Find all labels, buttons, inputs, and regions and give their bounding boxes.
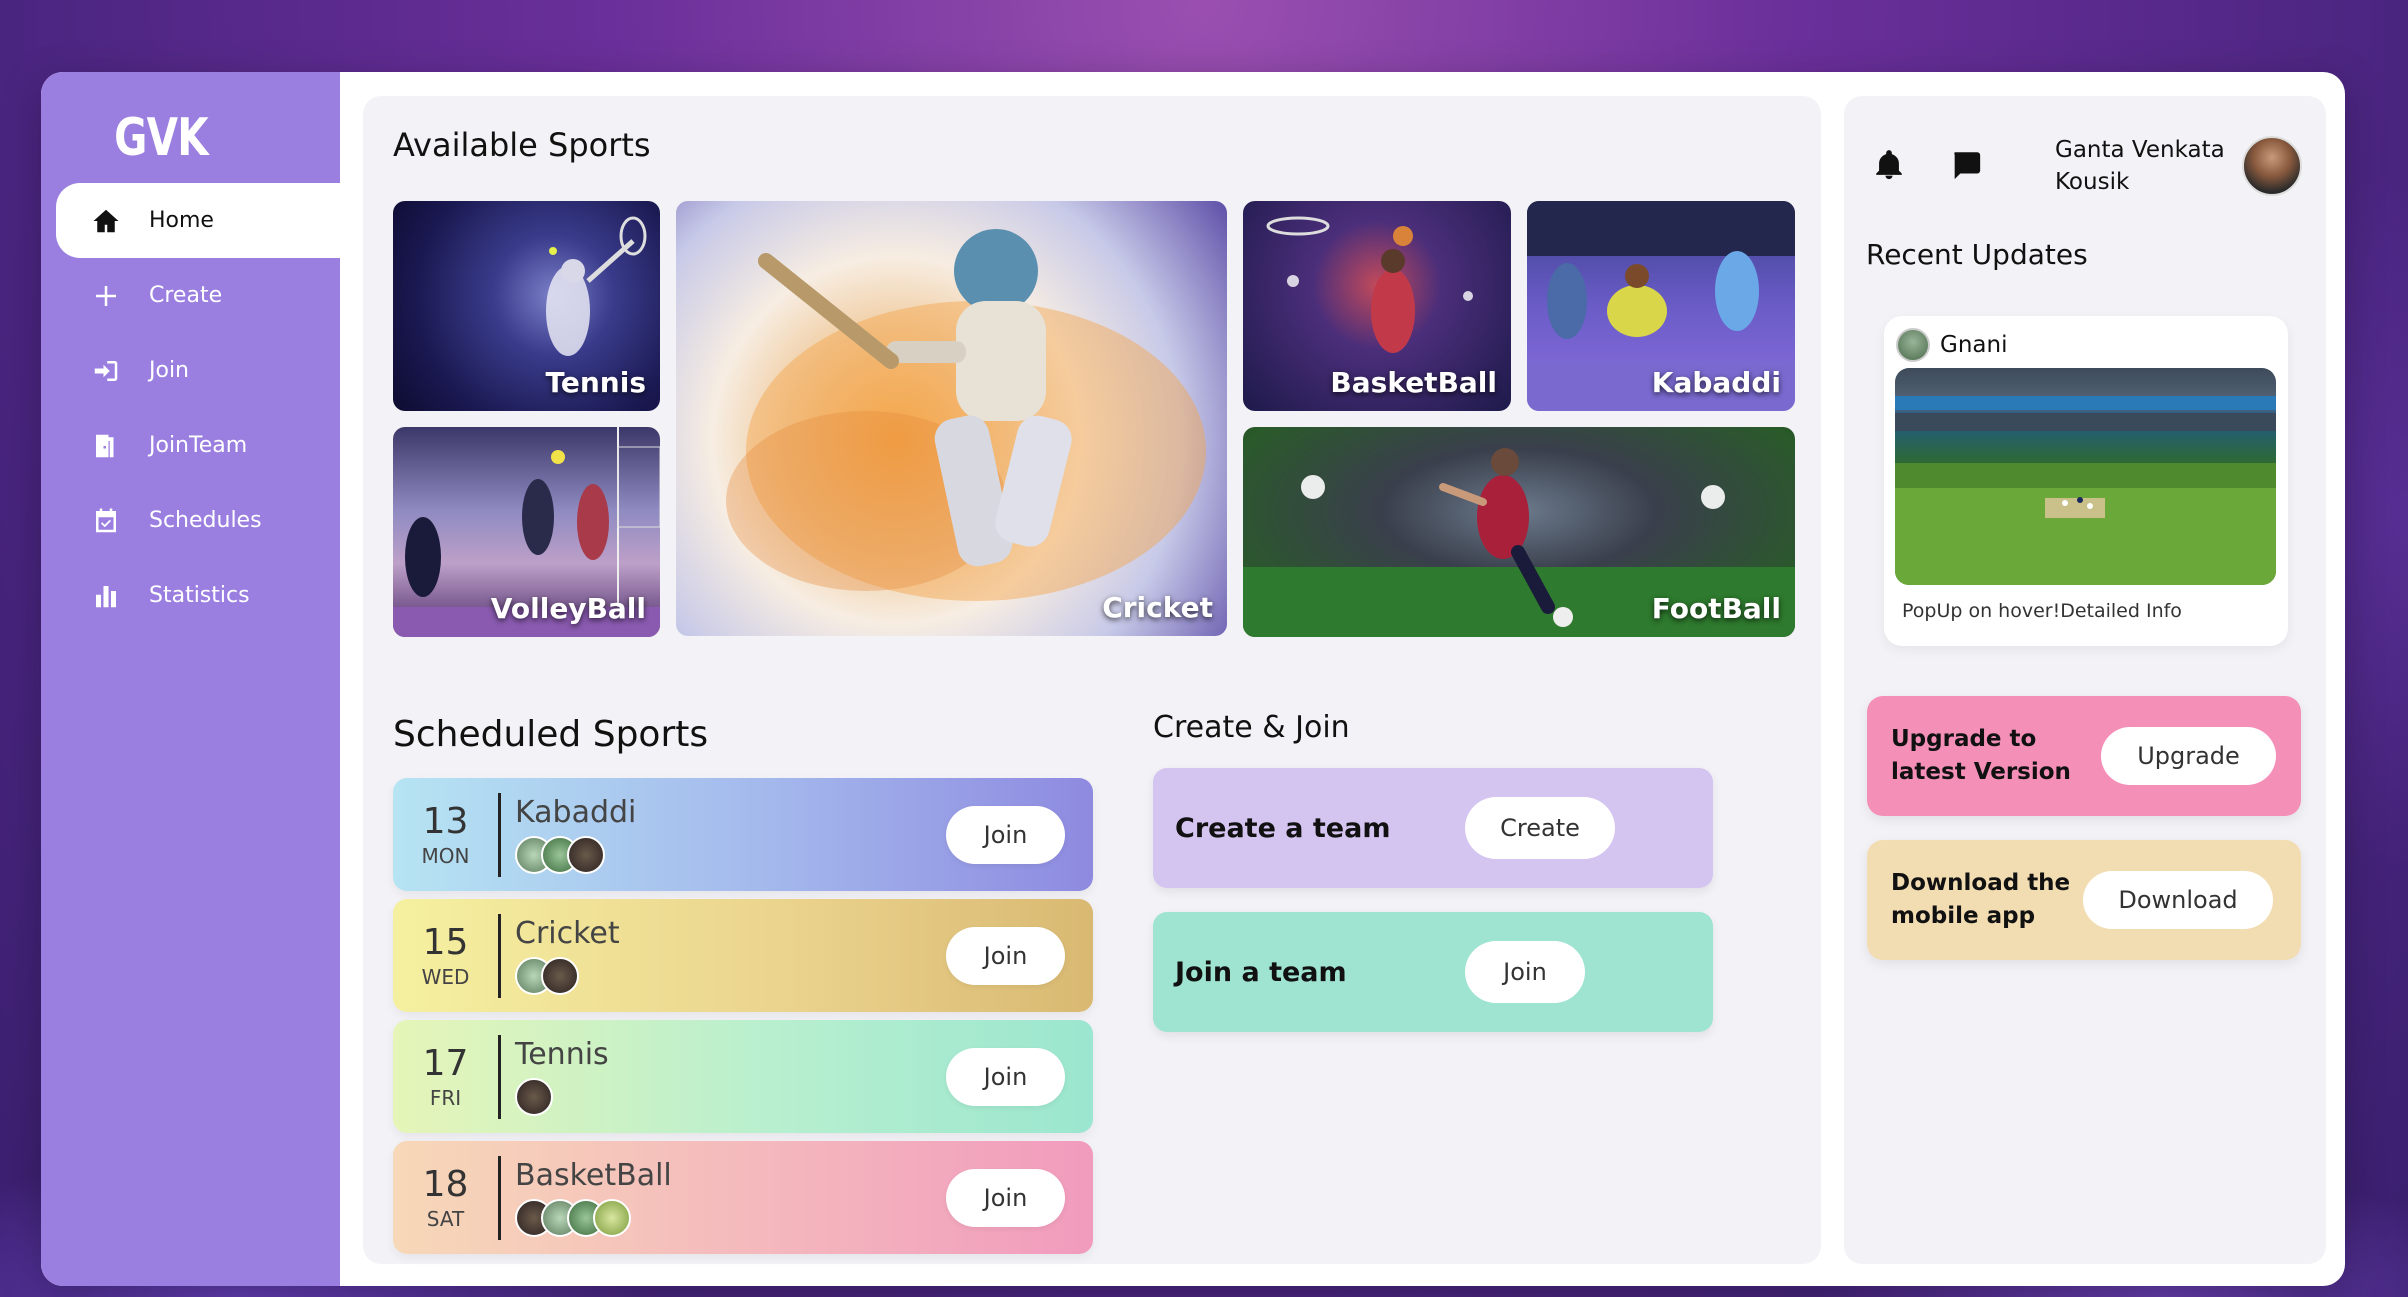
scheduled-sports-list: 13 MON Kabaddi Join 15 WED Cricket Join … bbox=[393, 778, 1093, 1262]
sport-card-volleyball[interactable]: VolleyBall bbox=[393, 427, 660, 637]
available-sports-title: Available Sports bbox=[393, 126, 651, 164]
schedule-date: 17 FRI bbox=[393, 1043, 498, 1110]
avatar bbox=[541, 957, 579, 995]
download-card: Download the mobile app Download bbox=[1867, 840, 2301, 960]
avatar bbox=[567, 836, 605, 874]
schedule-date: 15 WED bbox=[393, 922, 498, 989]
avatar bbox=[515, 1078, 553, 1116]
user-avatar[interactable] bbox=[2242, 136, 2302, 196]
sidebar-item-jointeam[interactable]: JoinTeam bbox=[41, 408, 340, 483]
brand-logo[interactable]: GVK bbox=[67, 108, 254, 168]
sidebar: GVK Home Create Join JoinTeam Schedules … bbox=[41, 72, 340, 1286]
home-icon bbox=[89, 204, 123, 238]
join-button[interactable]: Join bbox=[946, 805, 1065, 864]
sidebar-nav: Home Create Join JoinTeam Schedules Stat… bbox=[41, 183, 340, 633]
sidebar-item-label: Home bbox=[149, 208, 214, 233]
sidebar-item-schedules[interactable]: Schedules bbox=[41, 483, 340, 558]
update-caption: PopUp on hover!Detailed Info bbox=[1902, 600, 2182, 622]
avatar bbox=[1896, 328, 1930, 362]
schedule-sport-name: Tennis bbox=[515, 1037, 609, 1072]
schedule-date-number: 17 bbox=[422, 1043, 469, 1084]
login-icon bbox=[89, 354, 123, 388]
sport-card-basketball[interactable]: BasketBall bbox=[1243, 201, 1511, 411]
sport-card-kabaddi[interactable]: Kabaddi bbox=[1527, 201, 1795, 411]
schedule-row: 15 WED Cricket Join bbox=[393, 899, 1093, 1012]
plus-icon bbox=[89, 279, 123, 313]
divider bbox=[498, 792, 501, 877]
user-name[interactable]: Ganta Venkata Kousik bbox=[2055, 134, 2235, 198]
update-author: Gnani bbox=[1940, 332, 2008, 358]
upgrade-button[interactable]: Upgrade bbox=[2101, 727, 2276, 785]
sport-card-tennis[interactable]: Tennis bbox=[393, 201, 660, 411]
calendar-icon bbox=[89, 504, 123, 538]
door-icon bbox=[89, 429, 123, 463]
sidebar-item-label: Statistics bbox=[149, 583, 250, 608]
sport-card-label: BasketBall bbox=[1330, 366, 1497, 399]
sidebar-item-statistics[interactable]: Statistics bbox=[41, 558, 340, 633]
sidebar-item-label: Schedules bbox=[149, 508, 262, 533]
bar-chart-icon bbox=[89, 579, 123, 613]
divider bbox=[498, 1155, 501, 1240]
participant-avatars bbox=[515, 1078, 946, 1116]
schedule-day: SAT bbox=[426, 1207, 465, 1231]
avatar bbox=[593, 1199, 631, 1237]
upgrade-card: Upgrade to latest Version Upgrade bbox=[1867, 696, 2301, 816]
schedule-date: 18 SAT bbox=[393, 1164, 498, 1231]
schedule-date-number: 15 bbox=[422, 922, 469, 963]
app-window: GVK Home Create Join JoinTeam Schedules … bbox=[41, 72, 2345, 1286]
update-image bbox=[1895, 368, 2276, 585]
sidebar-item-label: Create bbox=[149, 283, 223, 308]
recent-updates-title: Recent Updates bbox=[1866, 238, 2088, 271]
sidebar-item-label: JoinTeam bbox=[149, 433, 248, 458]
schedule-day: WED bbox=[421, 965, 470, 989]
create-team-label: Create a team bbox=[1175, 812, 1391, 844]
participant-avatars bbox=[515, 1199, 946, 1237]
sport-card-label: Kabaddi bbox=[1651, 366, 1781, 399]
download-text: Download the mobile app bbox=[1891, 870, 2071, 929]
create-join-title: Create & Join bbox=[1153, 710, 1350, 745]
participant-avatars bbox=[515, 957, 946, 995]
divider bbox=[498, 1034, 501, 1119]
sport-card-label: FootBall bbox=[1651, 592, 1781, 625]
join-team-label: Join a team bbox=[1175, 956, 1347, 988]
join-team-button[interactable]: Join bbox=[1465, 941, 1585, 1003]
sidebar-item-create[interactable]: Create bbox=[41, 258, 340, 333]
create-team-card: Create a team Create bbox=[1153, 768, 1713, 888]
update-card[interactable]: Gnani PopUp on hover!Detailed Info bbox=[1884, 316, 2288, 646]
create-button[interactable]: Create bbox=[1465, 797, 1615, 859]
sport-card-label: Cricket bbox=[1102, 591, 1213, 624]
sport-card-cricket[interactable]: Cricket bbox=[676, 201, 1227, 636]
right-panel: Ganta Venkata Kousik Recent Updates Gnan… bbox=[1844, 96, 2326, 1264]
schedule-sport-name: Cricket bbox=[515, 916, 620, 951]
schedule-row: 13 MON Kabaddi Join bbox=[393, 778, 1093, 891]
schedule-row: 18 SAT BasketBall Join bbox=[393, 1141, 1093, 1254]
join-button[interactable]: Join bbox=[946, 1047, 1065, 1106]
cricket-player-image bbox=[726, 229, 1206, 601]
schedule-sport-name: BasketBall bbox=[515, 1158, 672, 1193]
main-content: Available Sports Tennis Cricket BasketBa… bbox=[363, 96, 1821, 1264]
download-button[interactable]: Download bbox=[2083, 871, 2273, 929]
participant-avatars bbox=[515, 836, 946, 874]
sport-card-label: Tennis bbox=[545, 366, 646, 399]
schedule-date-number: 13 bbox=[422, 801, 469, 842]
schedule-day: FRI bbox=[429, 1086, 462, 1110]
sport-card-label: VolleyBall bbox=[490, 592, 646, 625]
scheduled-sports-title: Scheduled Sports bbox=[393, 714, 709, 755]
schedule-date: 13 MON bbox=[393, 801, 498, 868]
sidebar-item-label: Join bbox=[149, 358, 190, 383]
schedule-day: MON bbox=[421, 844, 470, 868]
bell-icon[interactable] bbox=[1872, 148, 1906, 182]
join-button[interactable]: Join bbox=[946, 926, 1065, 985]
chat-icon[interactable] bbox=[1949, 148, 1983, 182]
divider bbox=[498, 913, 501, 998]
upgrade-text: Upgrade to latest Version bbox=[1891, 726, 2071, 785]
schedule-date-number: 18 bbox=[422, 1164, 469, 1205]
schedule-row: 17 FRI Tennis Join bbox=[393, 1020, 1093, 1133]
schedule-sport-name: Kabaddi bbox=[515, 795, 637, 830]
sidebar-item-home[interactable]: Home bbox=[56, 183, 340, 258]
sidebar-item-join[interactable]: Join bbox=[41, 333, 340, 408]
join-team-card: Join a team Join bbox=[1153, 912, 1713, 1032]
join-button[interactable]: Join bbox=[946, 1168, 1065, 1227]
sport-card-football[interactable]: FootBall bbox=[1243, 427, 1795, 637]
